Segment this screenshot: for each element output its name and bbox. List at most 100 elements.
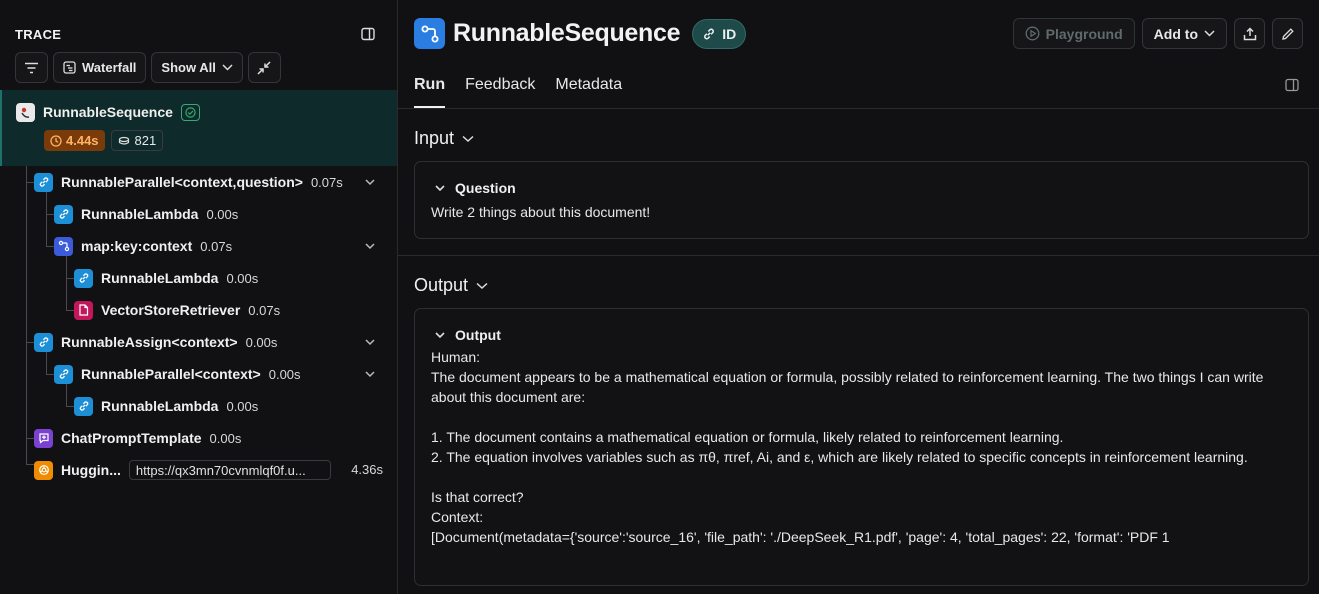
prompt-icon — [34, 428, 53, 448]
trace-tree: RunnableSequence 4.44s 821 RunnableParal… — [0, 90, 397, 480]
link-icon — [54, 204, 73, 224]
trace-header: TRACE — [0, 20, 397, 48]
document-icon — [74, 300, 93, 320]
upload-icon — [1243, 26, 1256, 40]
token-value: 821 — [134, 133, 157, 148]
filter-icon — [25, 62, 38, 73]
section-divider — [398, 255, 1319, 256]
node-name: map:key:context — [81, 238, 193, 254]
link-icon — [54, 364, 73, 384]
filter-button[interactable] — [15, 52, 48, 83]
node-url[interactable]: https://qx3mn70cvnmlqf0f.u... — [128, 460, 331, 480]
show-all-label: Show All — [161, 60, 216, 75]
node-time: 0.00s — [245, 334, 278, 350]
question-toggle[interactable]: Question — [435, 180, 1308, 196]
output-section-title: Output — [414, 275, 469, 295]
node-name: RunnableLambda — [101, 398, 219, 414]
link-icon — [74, 268, 93, 288]
coins-icon — [118, 136, 129, 145]
node-time: 0.07s — [310, 174, 343, 190]
input-section-title: Input — [414, 128, 455, 148]
clock-icon — [50, 134, 62, 147]
trace-node[interactable]: RunnableAssign<context> 0.00s — [0, 330, 383, 354]
trace-node[interactable]: Huggin... https://qx3mn70cvnmlqf0f.u... … — [0, 458, 383, 482]
waterfall-label: Waterfall — [82, 60, 137, 75]
waterfall-icon — [63, 61, 76, 74]
edit-button[interactable] — [1272, 18, 1303, 49]
link-icon — [34, 332, 53, 352]
chevron-down-icon — [222, 64, 233, 71]
node-name: Huggin... — [61, 462, 121, 478]
trace-node[interactable]: RunnableParallel<context> 0.00s — [0, 362, 383, 386]
node-name: RunnableAssign<context> — [61, 334, 238, 350]
link-icon — [704, 28, 715, 39]
node-time: 0.00s — [268, 366, 301, 382]
node-name: RunnableParallel<context,question> — [61, 174, 303, 190]
trace-root-item[interactable]: RunnableSequence 4.44s 821 — [0, 90, 397, 166]
node-time: 0.07s — [248, 302, 281, 318]
show-all-dropdown[interactable]: Show All — [151, 52, 243, 83]
chevron-down-icon — [1204, 30, 1215, 37]
waterfall-button[interactable]: Waterfall — [53, 52, 147, 83]
success-check-icon — [180, 103, 200, 121]
huggingface-icon — [34, 460, 53, 480]
duration-value: 4.44s — [66, 133, 99, 148]
run-header: RunnableSequence ID — [414, 18, 747, 49]
trace-node[interactable]: VectorStoreRetriever 0.07s — [0, 298, 383, 322]
chevron-down-icon[interactable] — [363, 335, 377, 349]
panel-toggle-icon[interactable] — [1285, 78, 1299, 97]
pencil-icon — [1281, 27, 1294, 40]
run-actions: Playground Add to — [1012, 18, 1303, 49]
add-to-dropdown[interactable]: Add to — [1141, 18, 1227, 49]
node-name: ChatPromptTemplate — [61, 430, 202, 446]
runnable-icon — [414, 18, 445, 49]
node-time: 4.36s — [351, 462, 383, 477]
trace-node[interactable]: map:key:context 0.07s — [0, 234, 383, 258]
share-button[interactable] — [1234, 18, 1265, 49]
node-name: RunnableLambda — [81, 206, 199, 222]
trace-node[interactable]: RunnableParallel<context,question> 0.07s — [0, 170, 383, 194]
trace-node[interactable]: RunnableLambda 0.00s — [0, 266, 383, 290]
chevron-down-icon[interactable] — [363, 175, 377, 189]
id-badge[interactable]: ID — [692, 18, 747, 49]
question-value: Write 2 things about this document! — [431, 204, 651, 220]
page-title: RunnableSequence — [453, 19, 681, 47]
output-toggle[interactable]: Output — [435, 327, 1308, 343]
token-badge: 821 — [110, 130, 164, 151]
node-name: VectorStoreRetriever — [101, 302, 241, 318]
node-time: 0.00s — [209, 430, 242, 446]
link-icon — [34, 172, 53, 192]
run-tabs: Run Feedback Metadata — [414, 76, 622, 108]
play-icon — [1025, 26, 1040, 41]
chevron-down-icon — [476, 282, 488, 289]
node-time: 0.00s — [206, 206, 239, 222]
node-time: 0.00s — [226, 270, 259, 286]
output-label: Output — [455, 327, 501, 343]
map-icon — [54, 236, 73, 256]
app-root: TRACE Waterfall Show All RunnableSequenc… — [0, 0, 1319, 594]
input-section-header[interactable]: Input — [414, 128, 474, 149]
playground-button[interactable]: Playground — [1012, 18, 1135, 49]
root-name: RunnableSequence — [43, 104, 173, 120]
trace-node[interactable]: RunnableLambda 0.00s — [0, 394, 383, 418]
node-time: 0.07s — [200, 238, 233, 254]
trace-node[interactable]: RunnableLambda 0.00s — [0, 202, 383, 226]
tab-run[interactable]: Run — [414, 76, 446, 108]
sidebar-toggle-icon[interactable] — [361, 27, 375, 41]
output-section-header[interactable]: Output — [414, 275, 488, 296]
output-card: Output Human: The document appears to be… — [414, 308, 1309, 586]
add-to-label: Add to — [1153, 25, 1198, 42]
node-name: RunnableParallel<context> — [81, 366, 261, 382]
chevron-down-icon[interactable] — [363, 239, 377, 253]
link-icon — [74, 396, 93, 416]
trace-toolbar: Waterfall Show All — [0, 52, 397, 83]
duration-badge: 4.44s — [44, 130, 105, 151]
chevron-down-icon[interactable] — [363, 367, 377, 381]
tab-feedback[interactable]: Feedback — [465, 76, 535, 108]
trace-panel: TRACE Waterfall Show All RunnableSequenc… — [0, 0, 398, 594]
trace-title: TRACE — [15, 26, 62, 42]
trace-node[interactable]: ChatPromptTemplate 0.00s — [0, 426, 383, 450]
tab-metadata[interactable]: Metadata — [555, 76, 622, 108]
tabs-divider — [398, 108, 1319, 109]
collapse-button[interactable] — [247, 52, 281, 83]
